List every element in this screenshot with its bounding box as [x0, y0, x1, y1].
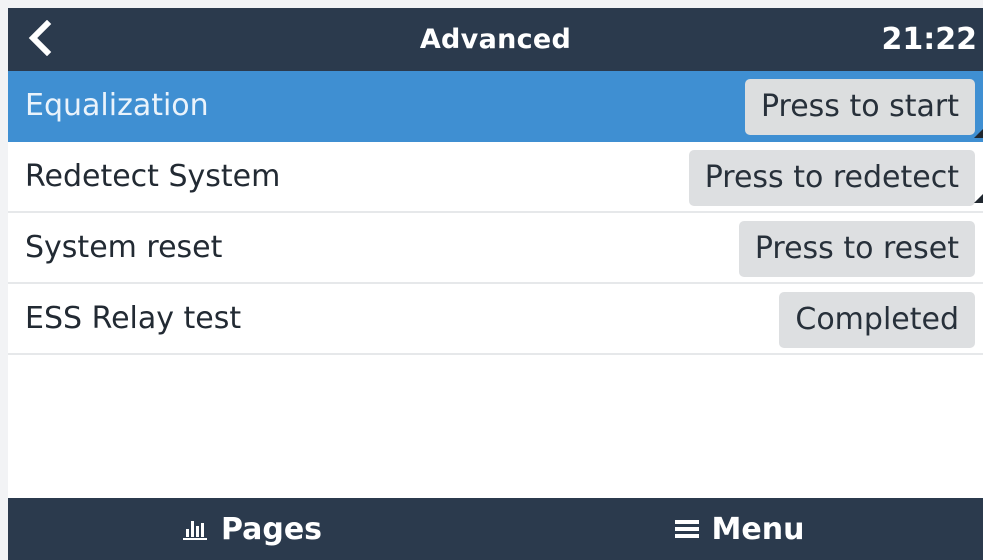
settings-list: Equalization Press to start Redetect Sys… [8, 71, 983, 355]
advanced-screen: Advanced 21:22 Equalization Press to sta… [0, 0, 983, 560]
redetect-button[interactable]: Press to redetect [688, 150, 975, 206]
footer-bar: Pages Menu [8, 498, 983, 560]
list-item-ess-relay-test[interactable]: ESS Relay test Completed [8, 284, 983, 355]
equalization-start-button[interactable]: Press to start [744, 79, 975, 135]
reset-button[interactable]: Press to reset [738, 221, 975, 277]
frame-left [0, 0, 8, 560]
frame-top [0, 0, 983, 8]
page-title: Advanced [419, 24, 572, 55]
list-item-label: System reset [25, 230, 223, 265]
relay-test-status-button[interactable]: Completed [779, 292, 975, 348]
pages-label: Pages [220, 511, 323, 547]
list-item-label: Redetect System [25, 159, 281, 194]
scroll-indicator [974, 129, 983, 138]
menu-label: Menu [711, 511, 805, 547]
header-bar: Advanced 21:22 [8, 8, 983, 71]
list-item-system-reset[interactable]: System reset Press to reset [8, 213, 983, 284]
scroll-indicator [974, 194, 983, 203]
list-item-label: ESS Relay test [25, 301, 242, 336]
menu-button[interactable]: Menu [495, 498, 983, 560]
back-button[interactable] [18, 18, 62, 62]
clock: 21:22 [881, 22, 978, 57]
chevron-left-icon [27, 19, 53, 60]
list-item-label: Equalization [25, 88, 209, 123]
pages-button[interactable]: Pages [8, 498, 495, 560]
list-item-equalization[interactable]: Equalization Press to start [8, 71, 983, 142]
hamburger-menu-icon [674, 518, 700, 540]
list-item-redetect-system[interactable]: Redetect System Press to redetect [8, 142, 983, 213]
bar-chart-icon [181, 517, 209, 541]
